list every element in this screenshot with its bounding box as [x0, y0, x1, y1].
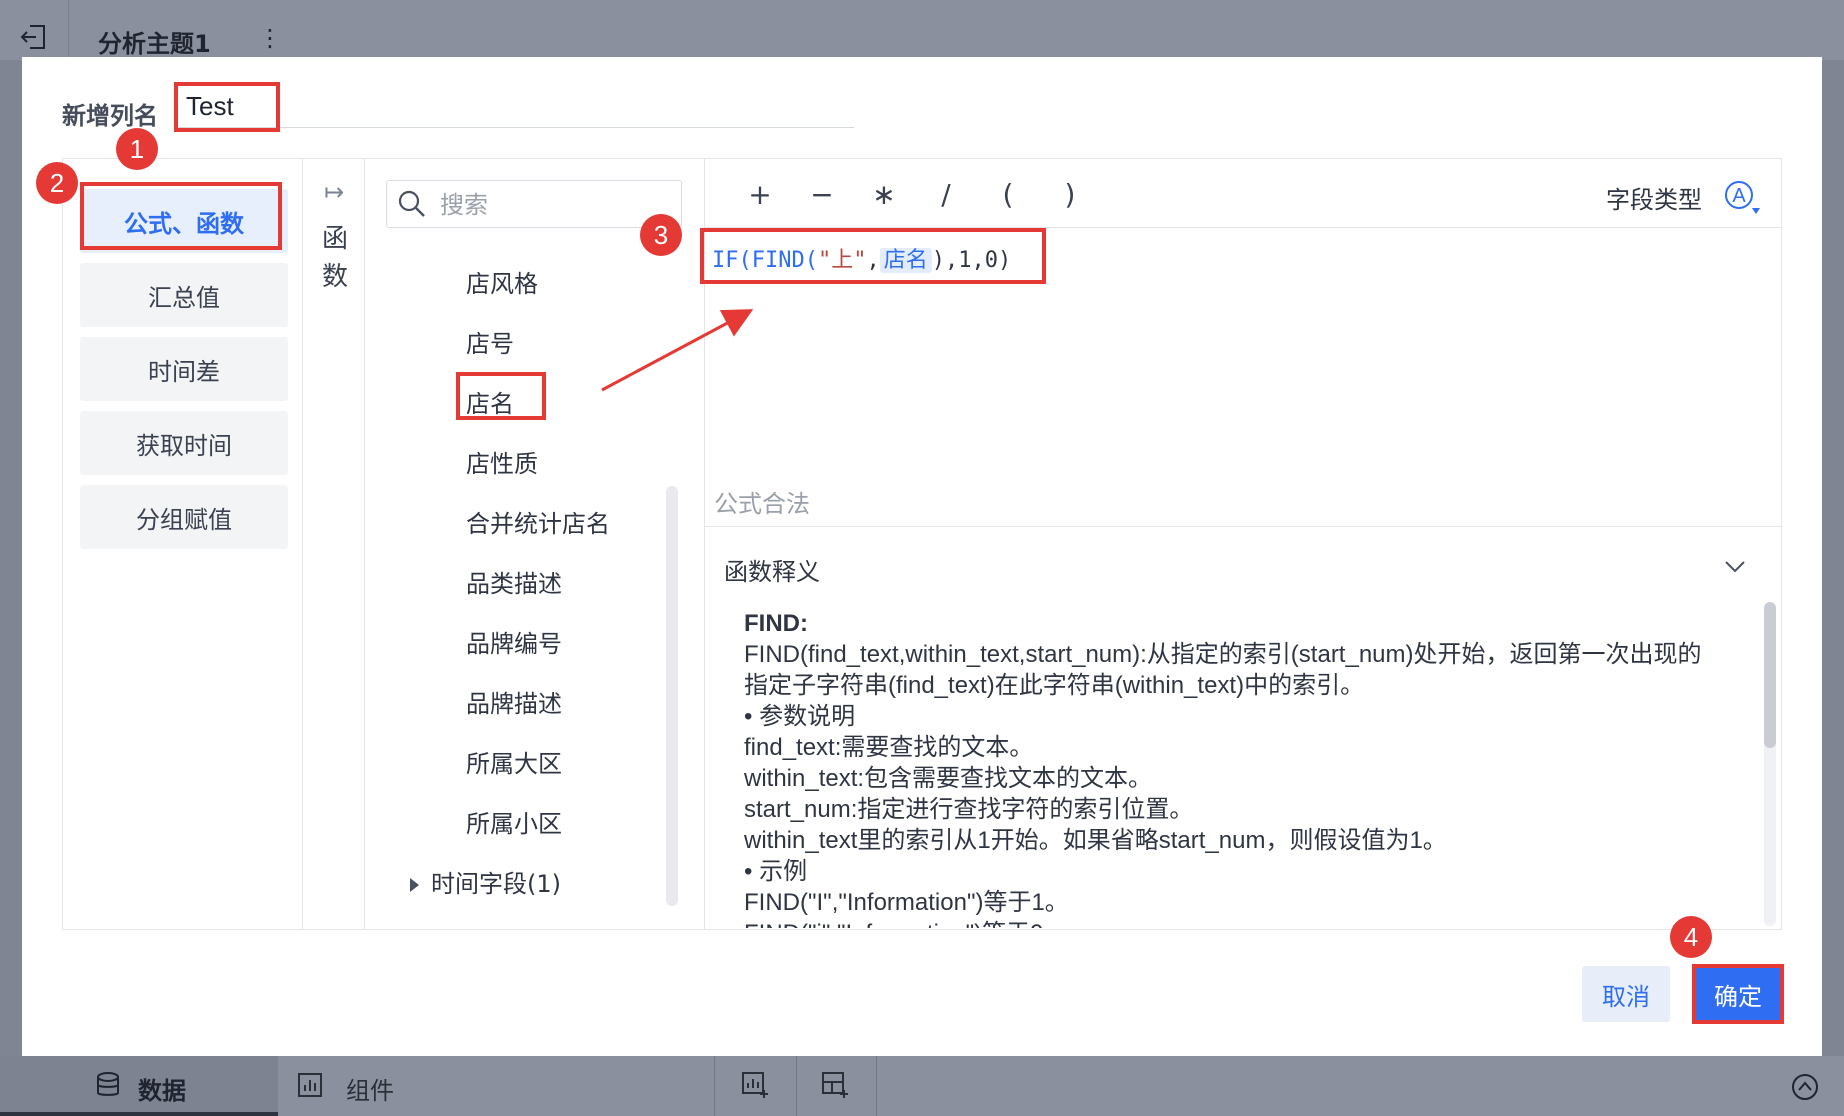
field-item[interactable]: 品牌编号	[466, 624, 562, 659]
operator-divide[interactable]: /	[926, 178, 966, 211]
bottom-tab-data-label[interactable]: 数据	[138, 1071, 186, 1106]
field-item[interactable]: 品类描述	[466, 564, 562, 599]
explain-line: • 参数说明	[744, 703, 856, 730]
bottom-divider	[796, 1056, 797, 1116]
field-group-label: 时间字段(1)	[431, 870, 561, 898]
database-icon	[97, 1072, 119, 1096]
function-panel-label[interactable]: 函数	[320, 220, 350, 296]
search-icon	[398, 190, 425, 217]
component-chart-icon	[298, 1073, 322, 1097]
operator-right-paren[interactable]: )	[1050, 178, 1090, 211]
bottom-tab-component-label[interactable]: 组件	[346, 1071, 394, 1106]
exit-icon[interactable]	[18, 22, 48, 52]
expand-triangle-icon	[410, 878, 419, 892]
field-item[interactable]: 合并统计店名	[466, 504, 610, 539]
explain-line: find_text:需要查找的文本。	[744, 734, 1034, 761]
panel-divider	[364, 158, 365, 930]
field-item[interactable]: 所属小区	[466, 804, 562, 839]
explain-line: FIND("I","Information")等于1。	[744, 889, 1069, 916]
step-badge-2: 2	[36, 162, 78, 204]
highlight-store-name-field	[456, 372, 546, 420]
add-chart-icon[interactable]	[740, 1070, 770, 1100]
highlight-formula	[700, 228, 1046, 284]
step-badge-1: 1	[116, 128, 158, 170]
background-strip-left	[0, 60, 22, 1056]
explain-scrollbar-thumb[interactable]	[1764, 602, 1776, 748]
operator-plus[interactable]: +	[740, 178, 780, 211]
background-strip-right	[1822, 60, 1844, 1056]
field-item[interactable]: 品牌描述	[466, 684, 562, 719]
field-type-label: 字段类型	[1606, 186, 1702, 214]
expand-functions-icon[interactable]: ↦	[324, 178, 344, 206]
field-type-text-icon[interactable]: A	[1722, 178, 1760, 216]
field-item[interactable]: 店风格	[466, 264, 538, 299]
bottom-divider	[714, 1056, 715, 1116]
function-explain-body: FIND: FIND(find_text,within_text,start_n…	[744, 608, 1744, 928]
collapse-up-icon[interactable]	[1790, 1072, 1820, 1102]
field-list-scrollbar[interactable]	[666, 486, 678, 906]
more-menu-icon[interactable]: ⋮	[258, 24, 282, 52]
column-name-label: 新增列名	[62, 102, 158, 130]
panel-divider	[302, 158, 303, 930]
field-group-time[interactable]: 时间字段(1)	[410, 864, 561, 899]
category-get-time[interactable]: 获取时间	[80, 411, 288, 475]
category-time-diff[interactable]: 时间差	[80, 337, 288, 401]
explain-line: start_num:指定进行查找字符的索引位置。	[744, 796, 1194, 823]
operator-multiply[interactable]: ∗	[864, 178, 904, 211]
function-explain-title[interactable]: 函数释义	[724, 552, 820, 587]
explain-line: FIND("i","Information")等于9。	[744, 918, 1744, 928]
category-summary-value[interactable]: 汇总值	[80, 263, 288, 327]
field-item[interactable]: 店性质	[466, 444, 538, 479]
bottom-divider	[876, 1056, 877, 1116]
highlight-category	[80, 182, 282, 250]
add-layout-icon[interactable]	[820, 1070, 850, 1100]
explain-line: 指定子字符串(find_text)在此字符串(within_text)中的索引。	[744, 672, 1365, 699]
explain-line: within_text:包含需要查找文本的文本。	[744, 765, 1153, 792]
field-type-letter: A	[1732, 185, 1746, 207]
highlight-column-name	[174, 82, 280, 132]
cancel-button[interactable]: 取消	[1582, 966, 1670, 1022]
operator-left-paren[interactable]: (	[988, 178, 1028, 211]
highlight-ok-button	[1692, 964, 1784, 1024]
step-badge-3: 3	[640, 214, 682, 256]
field-item[interactable]: 店号	[466, 324, 514, 359]
chevron-down-icon[interactable]	[1720, 552, 1750, 582]
search-input[interactable]	[438, 186, 672, 224]
operator-minus[interactable]: −	[802, 178, 842, 211]
field-item[interactable]: 所属大区	[466, 744, 562, 779]
category-group-assign[interactable]: 分组赋值	[80, 485, 288, 549]
explain-separator	[704, 526, 1782, 527]
explain-line: FIND(find_text,within_text,start_num):从指…	[744, 641, 1702, 668]
explain-line: • 示例	[744, 858, 808, 885]
formula-valid-text: 公式合法	[714, 490, 810, 518]
step-badge-4: 4	[1670, 916, 1712, 958]
explain-line: within_text里的索引从1开始。如果省略start_num，则假设值为1…	[744, 827, 1447, 854]
explain-line: FIND:	[744, 610, 808, 637]
analysis-subject-title[interactable]: 分析主题1	[98, 24, 211, 59]
